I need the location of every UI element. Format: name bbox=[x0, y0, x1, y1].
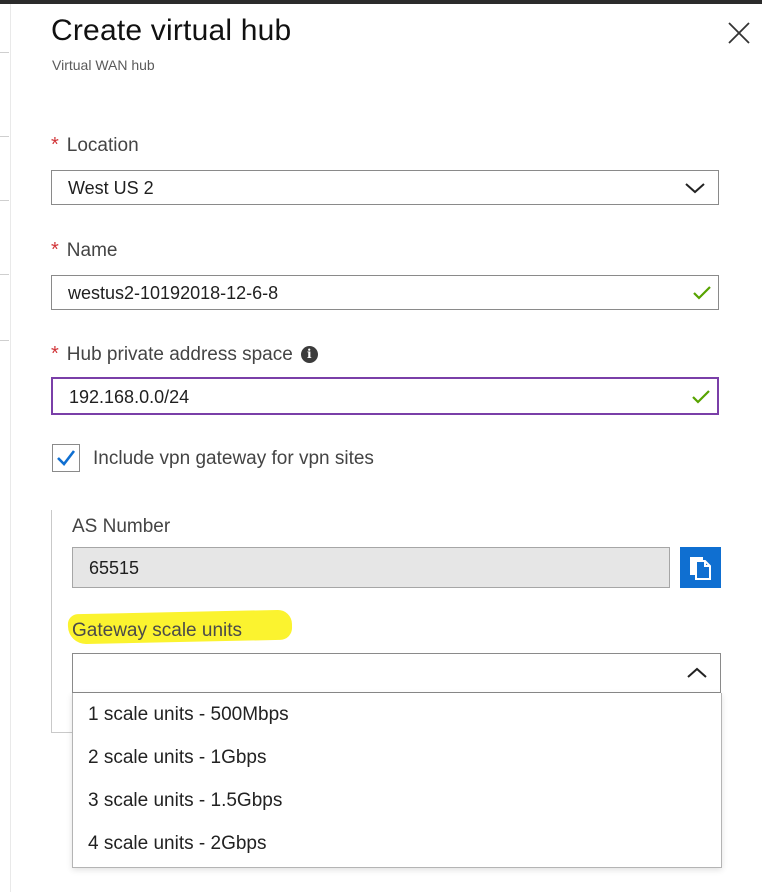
as-number-value: 65515 bbox=[89, 558, 140, 578]
create-virtual-hub-blade: Create virtual hub Virtual WAN hub * Loca… bbox=[0, 0, 762, 892]
address-space-input[interactable]: 192.168.0.0/24 bbox=[51, 377, 719, 415]
chevron-up-icon bbox=[687, 667, 707, 678]
info-icon[interactable]: i bbox=[300, 346, 318, 364]
gateway-scale-units-select[interactable] bbox=[72, 653, 721, 693]
checkmark-icon bbox=[692, 390, 710, 404]
required-marker: * bbox=[51, 239, 59, 261]
required-marker: * bbox=[51, 343, 59, 365]
name-label: * Name bbox=[51, 239, 118, 261]
location-select[interactable]: West US 2 bbox=[51, 170, 719, 205]
location-value: West US 2 bbox=[68, 178, 154, 198]
include-vpn-gateway-checkbox[interactable] bbox=[52, 444, 80, 472]
close-icon bbox=[728, 22, 750, 44]
section-indent-rule bbox=[51, 732, 73, 733]
address-space-value: 192.168.0.0/24 bbox=[69, 387, 190, 407]
dropdown-option[interactable]: 2 scale units - 1Gbps bbox=[73, 736, 721, 779]
dropdown-option[interactable]: 3 scale units - 1.5Gbps bbox=[73, 779, 721, 822]
checkmark-icon bbox=[693, 286, 711, 300]
location-label: * Location bbox=[51, 134, 139, 156]
name-input[interactable]: westus2-10192018-12-6-8 bbox=[51, 275, 719, 310]
divider bbox=[0, 340, 9, 341]
divider bbox=[0, 274, 9, 275]
checkmark-icon bbox=[57, 450, 76, 466]
include-vpn-gateway-label[interactable]: Include vpn gateway for vpn sites bbox=[93, 448, 374, 470]
as-number-label: AS Number bbox=[72, 516, 171, 537]
copy-icon bbox=[690, 557, 711, 580]
as-number-field: 65515 bbox=[72, 547, 670, 588]
divider bbox=[0, 136, 9, 137]
gateway-scale-units-label: Gateway scale units bbox=[72, 620, 243, 641]
chevron-down-icon bbox=[685, 183, 705, 194]
divider bbox=[0, 200, 9, 201]
name-value: westus2-10192018-12-6-8 bbox=[68, 283, 279, 303]
close-button[interactable] bbox=[724, 18, 754, 48]
copy-button[interactable] bbox=[680, 547, 721, 588]
dropdown-option[interactable]: 1 scale units - 500Mbps bbox=[73, 693, 721, 736]
page-title: Create virtual hub bbox=[51, 14, 292, 47]
dropdown-option[interactable]: 4 scale units - 2Gbps bbox=[73, 822, 721, 865]
address-space-label: * Hub private address space i bbox=[51, 343, 318, 366]
divider bbox=[0, 52, 9, 53]
gateway-scale-units-options: 1 scale units - 500Mbps 2 scale units - … bbox=[72, 693, 722, 868]
required-marker: * bbox=[51, 134, 59, 156]
section-indent-rule bbox=[51, 510, 52, 732]
background-blade-edge bbox=[0, 4, 11, 892]
page-subtitle: Virtual WAN hub bbox=[52, 57, 155, 73]
window-top-border bbox=[0, 0, 762, 4]
